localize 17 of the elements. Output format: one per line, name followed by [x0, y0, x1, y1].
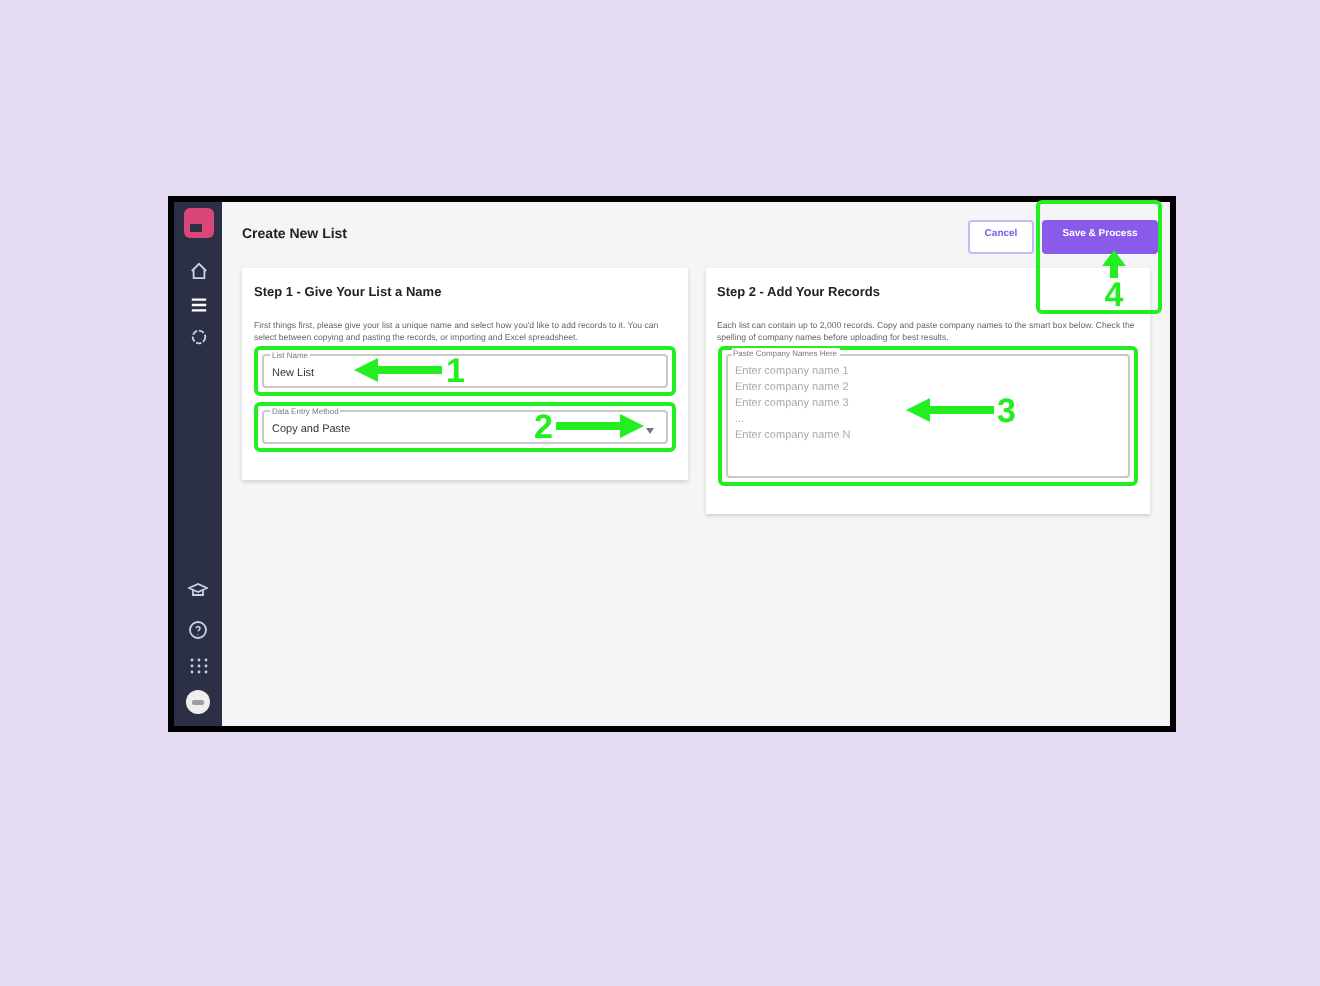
annotation-number: 1 [446, 353, 465, 388]
arrow-icon [354, 358, 442, 383]
avatar-icon[interactable] [186, 690, 210, 714]
annotation-number: 2 [534, 409, 553, 444]
grid-icon[interactable] [189, 658, 207, 674]
menu-icon[interactable] [189, 296, 207, 314]
arrow-icon [1102, 250, 1126, 278]
annotation-number: 3 [997, 393, 1016, 428]
annotation-number: 4 [1104, 278, 1124, 312]
logo-icon[interactable] [183, 208, 213, 238]
arrow-icon [556, 414, 645, 439]
help-icon[interactable] [188, 620, 208, 640]
caret-icon [645, 427, 653, 434]
graduation-cap-icon[interactable] [188, 582, 208, 598]
arrow-icon [905, 398, 993, 423]
highlight-frame [1036, 200, 1162, 314]
home-icon[interactable] [189, 262, 207, 280]
